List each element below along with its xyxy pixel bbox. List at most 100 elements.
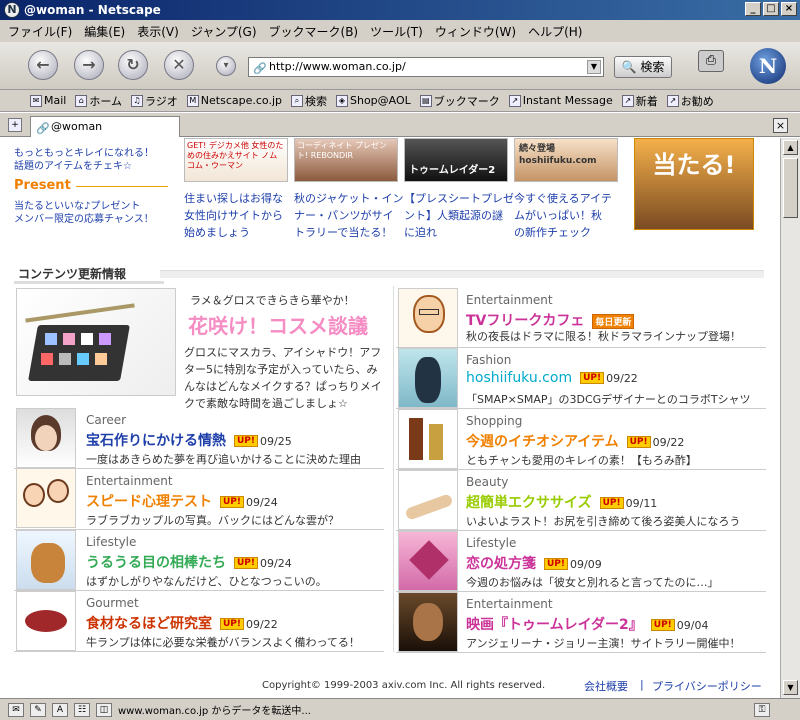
- home-icon: ⌂: [75, 94, 88, 107]
- company-link[interactable]: 会社概要: [584, 678, 628, 694]
- vertical-scrollbar[interactable]: ▲ ▼: [780, 138, 800, 698]
- url-dropdown-icon[interactable]: ▼: [587, 60, 601, 74]
- scroll-down-icon[interactable]: ▼: [783, 680, 798, 695]
- toolbar-home[interactable]: ⌂ ホーム: [75, 93, 122, 109]
- copyright: Copyright© 1999-2003 axiv.com Inc. All r…: [262, 680, 546, 691]
- entry-title[interactable]: 今週のイチオシアイテム UP! 09/22: [466, 431, 684, 451]
- entry-thumbnail: [398, 348, 458, 408]
- search-button[interactable]: 🔍 検索: [614, 56, 672, 78]
- side-link-2[interactable]: 話題のアイテムをチェキ☆: [14, 157, 132, 172]
- minimize-button[interactable]: _: [745, 2, 761, 16]
- toolbar-shop[interactable]: ◈ Shop@AOL: [336, 94, 411, 107]
- toolbar-mail[interactable]: ✉ Mail: [30, 94, 66, 107]
- toolbar-new[interactable]: ↗ 新着: [621, 93, 658, 109]
- menu-file[interactable]: ファイル(F): [8, 23, 72, 40]
- stop-button[interactable]: ✕: [164, 50, 194, 80]
- banner-nomucom[interactable]: GET! デジカメ他 女性のための住みかえサイト ノムコム・ウーマン: [184, 138, 288, 182]
- entry-category: Career: [86, 413, 127, 427]
- forward-button[interactable]: →: [74, 50, 104, 80]
- entry-title[interactable]: 映画『トゥームレイダー2』 UP! 09/04: [466, 614, 708, 634]
- entry-desc: アンジェリーナ・ジョリー主演！サイトラリー開催中！: [466, 637, 741, 650]
- banner-caption-3[interactable]: 【プレスシートプレゼ ント】人類起源の謎 に迫れ: [404, 190, 514, 241]
- banner-hoshiifuku[interactable]: 続々登場 hoshiifuku.com: [514, 138, 618, 182]
- entry-date: 09/24: [260, 557, 292, 570]
- banner-caption-1[interactable]: 住まい探しはお得な 女性向けサイトから 始めましょう: [184, 190, 283, 241]
- banner-tombraider[interactable]: トゥームレイダー2: [404, 138, 508, 182]
- menu-tools[interactable]: ツール(T): [370, 23, 423, 40]
- banner-rebondir[interactable]: コーディネイト プレゼント! REBONDIR: [294, 138, 398, 182]
- menu-window[interactable]: ウィンドウ(W): [435, 23, 516, 40]
- toolbar-im[interactable]: ↗ Instant Message: [508, 94, 613, 107]
- address-book-icon[interactable]: ☷: [74, 702, 90, 717]
- tab-woman[interactable]: 🔗 @woman: [30, 116, 180, 137]
- toolbar-radio[interactable]: ♫ ラジオ: [131, 93, 178, 109]
- entry-title-text: 恋の処方箋: [466, 556, 536, 572]
- feature-image[interactable]: [16, 288, 176, 396]
- toolbar-bookmarks[interactable]: ▤ ブックマーク: [419, 93, 500, 109]
- close-button[interactable]: ×: [781, 2, 797, 16]
- scroll-up-icon[interactable]: ▲: [783, 140, 798, 155]
- menu-go[interactable]: ジャンプ(G): [191, 23, 257, 40]
- print-icon[interactable]: ⎙: [698, 50, 724, 72]
- aim-icon[interactable]: A: [52, 702, 68, 717]
- security-icon[interactable]: ⚿: [754, 703, 770, 717]
- entry-thumbnail: [398, 592, 458, 652]
- maximize-button[interactable]: □: [763, 2, 779, 16]
- reload-button[interactable]: ↻: [118, 50, 148, 80]
- entry-title[interactable]: 宝石作りにかける情熱 UP! 09/25: [86, 430, 292, 450]
- menu-help[interactable]: ヘルプ(H): [528, 23, 582, 40]
- banner-win[interactable]: 当たる!: [634, 138, 754, 230]
- entry-title[interactable]: うるうる目の相棒たち UP! 09/24: [86, 552, 292, 572]
- menu-bookmarks[interactable]: ブックマーク(B): [269, 23, 359, 40]
- side-link-4[interactable]: メンバー限定の応募チャンス！: [14, 210, 154, 225]
- menu-view[interactable]: 表示(V): [137, 23, 179, 40]
- toolbar-search[interactable]: ⌕ 検索: [291, 93, 327, 109]
- privacy-link[interactable]: プライバシーポリシー: [652, 678, 762, 694]
- banner-text: トゥームレイダー2: [409, 165, 496, 176]
- caption-line: 住まい探しはお得な: [184, 192, 283, 205]
- entry-title[interactable]: 超簡単エクササイズ UP! 09/11: [466, 492, 657, 512]
- caption-line: ント】人類起源の謎: [404, 209, 503, 222]
- mail-status-icon[interactable]: ✉: [8, 702, 24, 717]
- banner-text: 続々登場 hoshiifuku.com: [519, 144, 597, 166]
- up-badge: UP!: [599, 497, 624, 509]
- bottle-icon: [429, 424, 443, 460]
- toolbar-recommend[interactable]: ↗ お勧め: [666, 93, 714, 109]
- url-field[interactable]: 🔗 http://www.woman.co.jp/ ▼: [248, 57, 604, 77]
- toolbar-netscape[interactable]: M Netscape.co.jp: [186, 94, 282, 107]
- entry-thumbnail: [16, 530, 76, 590]
- entry-title[interactable]: 恋の処方箋 UP! 09/09: [466, 553, 602, 573]
- entry-desc: 秋の夜長はドラマに限る！秋ドラマラインナップ登場！: [466, 330, 741, 343]
- banner-caption-2[interactable]: 秋のジャケット・イン ナー・パンツがサイ トラリーで当たる！: [294, 190, 403, 241]
- entry-category: Shopping: [466, 414, 523, 428]
- toolbar-label: 新着: [635, 94, 658, 108]
- section-rule: [160, 270, 764, 278]
- page-content: もっともっとキレイになれる！ 話題のアイテムをチェキ☆ Present 当たると…: [0, 138, 780, 698]
- entry-title[interactable]: hoshiifuku.com UP! 09/22: [466, 370, 638, 386]
- scroll-thumb[interactable]: [783, 158, 798, 218]
- entry-category: Entertainment: [86, 474, 173, 488]
- my-icon: M: [186, 94, 199, 107]
- feature-title[interactable]: 花咲け！コスメ談議: [188, 310, 368, 339]
- banner-caption-4[interactable]: 今すぐ使えるアイテ ムがいっぱい！秋 の新作チェック: [514, 190, 612, 241]
- entry-title[interactable]: TVフリークカフェ 毎日更新: [466, 310, 636, 330]
- swatch: [77, 353, 89, 365]
- swatch: [99, 333, 111, 345]
- close-tab-icon[interactable]: ×: [773, 118, 788, 133]
- page-icon: 🔗: [253, 62, 267, 75]
- new-tab-icon[interactable]: +: [8, 118, 22, 132]
- actress-photo-icon: [413, 603, 443, 641]
- daily-update-badge: 毎日更新: [592, 313, 635, 329]
- netscape-logo-icon[interactable]: N: [750, 48, 786, 84]
- back-button[interactable]: ←: [28, 50, 58, 80]
- entry-category: Fashion: [466, 353, 512, 367]
- entry-thumbnail: [398, 409, 458, 469]
- composer-icon[interactable]: ✎: [30, 702, 46, 717]
- menu-edit[interactable]: 編集(E): [84, 23, 125, 40]
- up-badge: UP!: [220, 496, 245, 508]
- history-dropdown-button[interactable]: ▾: [216, 56, 236, 76]
- entry-title[interactable]: スピード心理テスト UP! 09/24: [86, 491, 278, 511]
- entry-title[interactable]: 食材なるほど研究室 UP! 09/22: [86, 613, 278, 633]
- entry-title-text: hoshiifuku.com: [466, 370, 573, 386]
- entry-desc: はずかしがりやなんだけど、ひとなつっこいの。: [86, 575, 327, 588]
